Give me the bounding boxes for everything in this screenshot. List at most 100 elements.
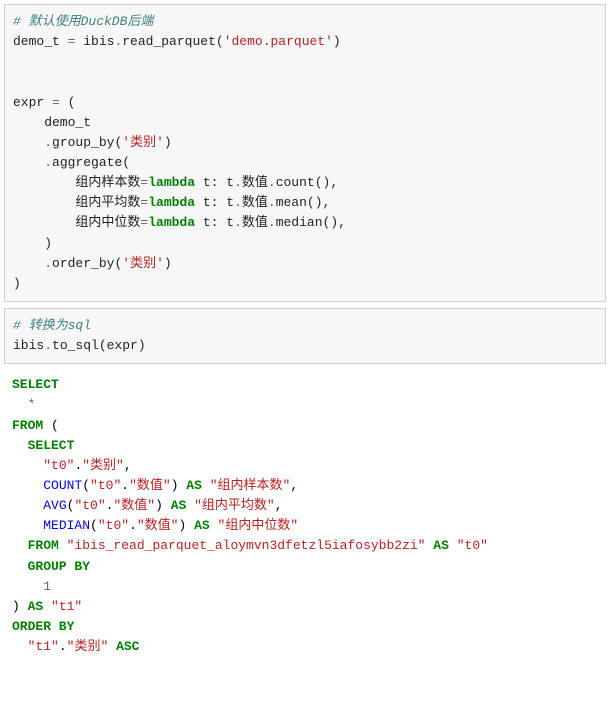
- sql-punct: (: [90, 518, 98, 533]
- code-punct: ): [13, 236, 52, 251]
- sql-keyword: ASC: [116, 639, 139, 654]
- code-string: '类别': [122, 256, 164, 271]
- sql-indent: [12, 579, 43, 594]
- code-punct: (: [122, 155, 130, 170]
- sql-string: "类别": [82, 458, 124, 473]
- code-punct: (: [216, 34, 224, 49]
- code-op: .: [234, 195, 242, 210]
- code-cell-2: # 转换为sql ibis.to_sql(expr): [4, 308, 606, 364]
- code-op: .: [44, 338, 52, 353]
- sql-indent: [12, 478, 43, 493]
- sql-string: "t1": [28, 639, 59, 654]
- code-method: group_by: [52, 135, 114, 150]
- sql-indent: [12, 458, 43, 473]
- code-text: expr: [13, 95, 52, 110]
- sql-keyword: AS: [171, 498, 187, 513]
- sql-string: "组内平均数": [194, 498, 275, 513]
- code-cell-1: # 默认使用DuckDB后端 demo_t = ibis. read_parque…: [4, 4, 606, 302]
- sql-space: [108, 639, 116, 654]
- sql-keyword: AS: [433, 538, 449, 553]
- sql-keyword: FROM: [12, 538, 59, 553]
- sql-output: SELECT * FROM ( SELECT "t0"."类别", COUNT(…: [4, 370, 606, 662]
- code-punct: ): [333, 34, 341, 49]
- code-keyword: lambda: [148, 215, 195, 230]
- sql-function: MEDIAN: [43, 518, 90, 533]
- code-method: to_sql: [52, 338, 99, 353]
- code-text: 数值: [242, 215, 268, 230]
- sql-indent: [12, 498, 43, 513]
- sql-punct: ,: [124, 458, 132, 473]
- sql-string: "数值": [129, 478, 171, 493]
- code-op: =: [52, 95, 60, 110]
- code-punct: ): [164, 256, 172, 271]
- sql-space: [43, 599, 51, 614]
- sql-space: [202, 478, 210, 493]
- sql-number: 1: [43, 579, 51, 594]
- sql-star: *: [12, 397, 35, 412]
- code-text: [13, 135, 44, 150]
- code-op: .: [234, 215, 242, 230]
- code-op: .: [268, 195, 276, 210]
- sql-string: "ibis_read_parquet_aloymvn3dfetzl5iafosy…: [67, 538, 426, 553]
- code-text: t: t: [195, 195, 234, 210]
- code-text: t: t: [195, 215, 234, 230]
- sql-keyword: GROUP BY: [12, 559, 90, 574]
- sql-string: "t0": [74, 498, 105, 513]
- sql-indent: [12, 639, 28, 654]
- code-punct: (),: [315, 175, 338, 190]
- sql-punct: (: [82, 478, 90, 493]
- sql-punct: .: [121, 478, 129, 493]
- sql-keyword: SELECT: [12, 377, 59, 392]
- code-punct: (),: [307, 195, 330, 210]
- sql-indent: [12, 518, 43, 533]
- code-method: aggregate: [52, 155, 122, 170]
- code-punct: ): [164, 135, 172, 150]
- sql-keyword: AS: [186, 478, 202, 493]
- code-op: .: [44, 155, 52, 170]
- code-punct: (),: [323, 215, 346, 230]
- sql-punct: ): [12, 599, 28, 614]
- sql-string: "t0": [98, 518, 129, 533]
- code-text: 数值: [242, 175, 268, 190]
- sql-keyword: FROM: [12, 418, 43, 433]
- code-text: t: t: [195, 175, 234, 190]
- sql-keyword: ORDER BY: [12, 619, 74, 634]
- code-method: order_by: [52, 256, 114, 271]
- code-text: demo_t: [13, 34, 68, 49]
- code-method: count: [276, 175, 315, 190]
- sql-punct: .: [129, 518, 137, 533]
- sql-punct: ,: [290, 478, 298, 493]
- code-text: 组内平均数: [13, 195, 140, 210]
- code-punct: ): [13, 276, 21, 291]
- sql-keyword: SELECT: [12, 438, 74, 453]
- code-text: demo_t: [13, 115, 91, 130]
- code-op: .: [268, 175, 276, 190]
- code-text: 组内样本数: [13, 175, 140, 190]
- sql-space: [210, 518, 218, 533]
- code-method: read_parquet: [122, 34, 216, 49]
- code-method: median: [276, 215, 323, 230]
- code-keyword: lambda: [148, 195, 195, 210]
- sql-string: "组内中位数": [218, 518, 299, 533]
- sql-keyword: AS: [28, 599, 44, 614]
- comment: # 默认使用DuckDB后端: [13, 14, 153, 29]
- sql-string: "t0": [43, 458, 74, 473]
- sql-string: "类别": [67, 639, 109, 654]
- sql-string: "t1": [51, 599, 82, 614]
- sql-punct: ): [178, 518, 194, 533]
- sql-string: "数值": [113, 498, 155, 513]
- sql-string: "数值": [137, 518, 179, 533]
- sql-punct: (: [43, 418, 59, 433]
- sql-punct: ,: [275, 498, 283, 513]
- sql-function: COUNT: [43, 478, 82, 493]
- code-text: [13, 256, 44, 271]
- sql-punct: .: [59, 639, 67, 654]
- sql-keyword: AS: [194, 518, 210, 533]
- code-text: ibis: [13, 338, 44, 353]
- code-text: ibis: [75, 34, 114, 49]
- code-op: .: [234, 175, 242, 190]
- sql-space: [59, 538, 67, 553]
- code-text: 组内中位数: [13, 215, 140, 230]
- code-string: '类别': [122, 135, 164, 150]
- code-op: .: [268, 215, 276, 230]
